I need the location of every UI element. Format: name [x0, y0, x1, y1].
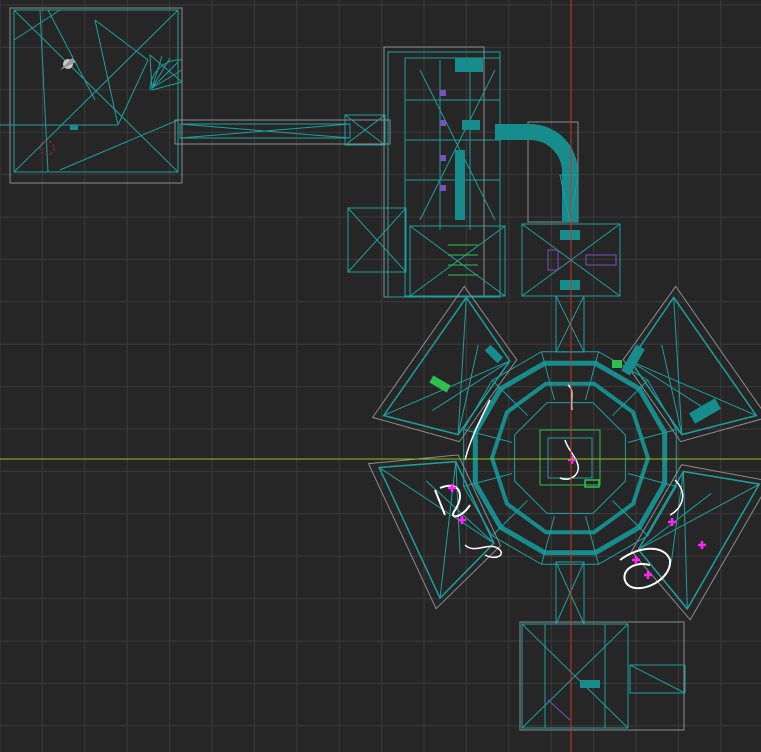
- level-editor-viewport[interactable]: [0, 0, 761, 752]
- brush-edge: [585, 254, 617, 266]
- solid-brush: [560, 280, 580, 290]
- solid-brush: [70, 125, 78, 130]
- green-brush: [612, 360, 622, 368]
- hub-ring-inner: [489, 381, 651, 535]
- hub-spoke: [541, 515, 555, 565]
- room-northwest[interactable]: [0, 7, 184, 184]
- wire-edge: [13, 9, 61, 41]
- hub-core: [514, 402, 626, 514]
- solid-brush: [560, 230, 580, 240]
- wing-wire: [382, 296, 511, 436]
- wing-edge: [425, 480, 495, 544]
- solid-brush: [621, 344, 645, 376]
- brush-edge: [440, 120, 446, 126]
- entity-marker-icon: [698, 541, 706, 549]
- hub-spoke: [541, 351, 555, 401]
- wing-northeast[interactable]: [621, 285, 761, 443]
- room-south[interactable]: [519, 561, 686, 731]
- central-hub[interactable]: [367, 285, 761, 621]
- hub-spoke: [585, 351, 599, 401]
- wire-edge: [117, 59, 149, 126]
- wing-diagonal: [682, 471, 688, 609]
- entity-marker-icon: [668, 518, 676, 526]
- hub-spoke: [585, 515, 599, 565]
- grid: [0, 0, 761, 752]
- wing-northwest[interactable]: [371, 285, 518, 443]
- map-canvas[interactable]: [0, 0, 761, 752]
- wire-edge: [47, 9, 96, 101]
- solid-brush: [455, 150, 465, 220]
- green-brush: [429, 375, 451, 393]
- wire-edge: [629, 664, 686, 694]
- brush-edge: [547, 249, 559, 271]
- solid-brush: [462, 120, 480, 130]
- brush-edge: [495, 124, 578, 222]
- wire-edge: [39, 9, 49, 173]
- hub-spoke: [463, 473, 513, 487]
- brush-edge: [440, 185, 446, 191]
- entity-marker-icon: [632, 556, 640, 564]
- pipe-curved[interactable]: [495, 121, 579, 223]
- wing-diagonal: [457, 297, 467, 435]
- wing-diagonal: [439, 461, 457, 599]
- room-bounds: [9, 7, 183, 184]
- solid-brush: [580, 680, 600, 688]
- solid-brush: [455, 58, 483, 72]
- entity-marker-icon: [458, 516, 466, 524]
- wing-diagonal: [673, 297, 683, 435]
- hub-center-box-inner: [547, 437, 593, 479]
- green-brush: [584, 479, 600, 488]
- white-path: [464, 544, 502, 558]
- hub-spoke: [627, 429, 677, 443]
- white-path: [619, 547, 672, 590]
- brush-edge: [440, 155, 446, 161]
- wing-southwest[interactable]: [367, 454, 502, 610]
- wire-edge: [404, 57, 501, 297]
- corridor-west[interactable]: [174, 114, 391, 146]
- entity-marker-icon: [644, 571, 652, 579]
- brush-edge: [440, 90, 446, 96]
- white-path: [559, 384, 579, 480]
- world-axes: [0, 0, 761, 752]
- hub-spoke: [627, 473, 677, 487]
- wing-southeast[interactable]: [619, 464, 761, 621]
